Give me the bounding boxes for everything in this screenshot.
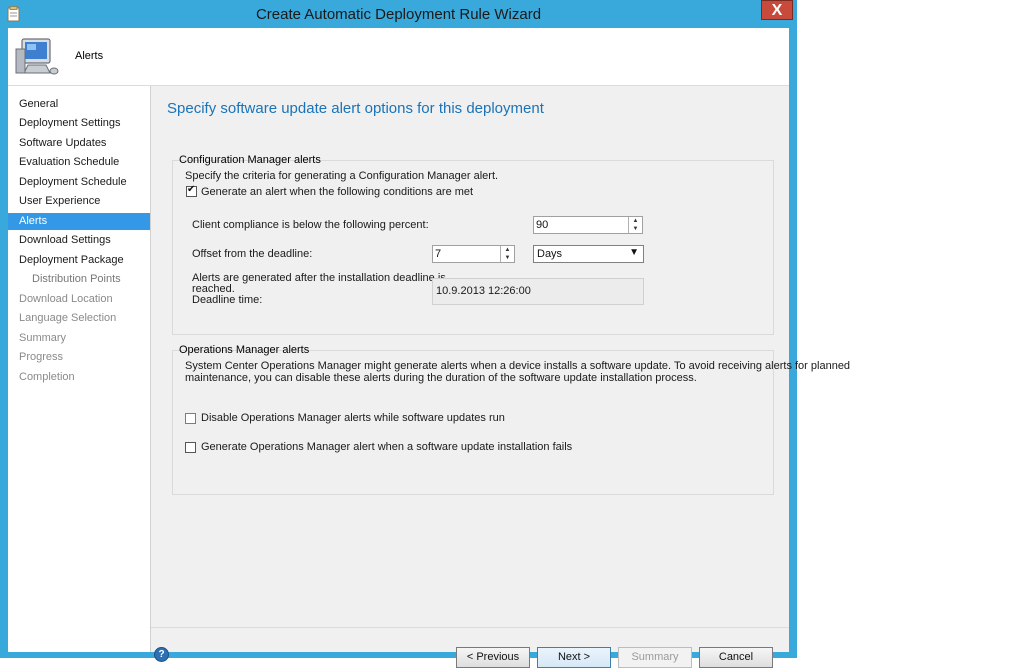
- compliance-percent-stepper[interactable]: 90 ▲ ▼: [533, 216, 643, 234]
- cm-alerts-group-label: Configuration Manager alerts: [179, 154, 321, 166]
- offset-value[interactable]: 7: [435, 248, 441, 260]
- wizard-window: Create Automatic Deployment Rule Wizard …: [0, 0, 850, 668]
- nav-item-software-updates[interactable]: Software Updates: [8, 135, 150, 152]
- nav-item-language-selection: Language Selection: [19, 312, 117, 324]
- nav-item-progress: Progress: [19, 351, 64, 363]
- wizard-page: Specify software update alert options fo…: [151, 86, 850, 668]
- wizard-nav: General Deployment Settings Software Upd…: [8, 86, 151, 652]
- generate-alert-checkbox[interactable]: [186, 184, 197, 197]
- footer-divider: [151, 627, 789, 628]
- offset-unit-select[interactable]: Days ▼: [533, 245, 644, 263]
- spin-down-icon[interactable]: ▼: [629, 225, 642, 233]
- computer-icon: [15, 38, 59, 75]
- nav-item-general[interactable]: General: [8, 96, 150, 113]
- generate-alert-label[interactable]: Generate an alert when the following con…: [201, 186, 473, 198]
- title-bar: Create Automatic Deployment Rule Wizard …: [0, 0, 797, 28]
- om-alerts-description-line2: maintenance, you can disable these alert…: [185, 372, 697, 384]
- nav-item-deployment-schedule[interactable]: Deployment Schedule: [8, 174, 150, 191]
- window-title: Create Automatic Deployment Rule Wizard: [255, 6, 542, 23]
- nav-item-completion: Completion: [19, 371, 75, 383]
- generate-om-alert-checkbox[interactable]: [185, 442, 196, 453]
- nav-item-distribution-points: Distribution Points: [32, 273, 121, 285]
- deadline-time-value: 10.9.2013 12:26:00: [436, 285, 531, 297]
- offset-spin-buttons[interactable]: ▲ ▼: [500, 246, 514, 262]
- compliance-spin-buttons[interactable]: ▲ ▼: [628, 217, 642, 233]
- disable-om-alerts-checkbox[interactable]: [185, 413, 196, 424]
- nav-item-user-experience[interactable]: User Experience: [8, 193, 150, 210]
- offset-unit-value[interactable]: Days: [537, 248, 562, 260]
- nav-item-evaluation-schedule[interactable]: Evaluation Schedule: [8, 154, 150, 171]
- compliance-label: Client compliance is below the following…: [192, 219, 429, 231]
- cm-alerts-description: Specify the criteria for generating a Co…: [185, 170, 499, 182]
- nav-item-deployment-settings[interactable]: Deployment Settings: [8, 115, 150, 132]
- nav-item-summary: Summary: [19, 332, 67, 344]
- nav-item-download-settings[interactable]: Download Settings: [8, 232, 150, 249]
- wizard-header: Alerts: [8, 28, 789, 86]
- chevron-down-icon[interactable]: ▼: [629, 247, 639, 258]
- spin-down-icon[interactable]: ▼: [501, 254, 514, 262]
- wizard-client-area: Alerts General Deployment Settings Softw…: [8, 28, 850, 668]
- spin-up-icon[interactable]: ▲: [501, 246, 514, 254]
- offset-stepper[interactable]: 7 ▲ ▼: [432, 245, 515, 263]
- compliance-percent-value[interactable]: 90: [536, 219, 548, 231]
- om-alerts-description-line1: System Center Operations Manager might g…: [185, 360, 851, 372]
- deadline-time-label: Deadline time:: [192, 294, 263, 306]
- offset-label: Offset from the deadline:: [192, 248, 313, 260]
- close-button[interactable]: X: [761, 0, 793, 20]
- nav-item-deployment-package[interactable]: Deployment Package: [8, 252, 150, 269]
- deadline-time-field: 10.9.2013 12:26:00: [432, 278, 644, 305]
- disable-om-alerts-label[interactable]: Disable Operations Manager alerts while …: [201, 412, 505, 424]
- page-title: Specify software update alert options fo…: [167, 100, 544, 117]
- om-alerts-group-label: Operations Manager alerts: [179, 344, 310, 356]
- header-title: Alerts: [75, 50, 104, 62]
- generate-om-alert-label[interactable]: Generate Operations Manager alert when a…: [201, 441, 572, 453]
- nav-item-alerts[interactable]: Alerts: [8, 213, 150, 230]
- nav-item-download-location: Download Location: [19, 293, 113, 305]
- help-icon[interactable]: ?: [154, 647, 169, 662]
- spin-up-icon[interactable]: ▲: [629, 217, 642, 225]
